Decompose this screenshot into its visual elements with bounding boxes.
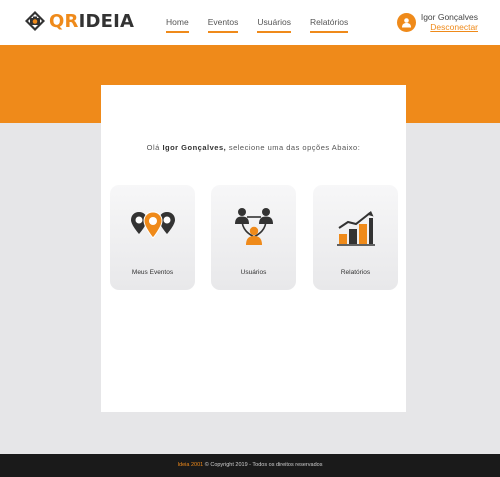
logo[interactable]: QRIDEIA bbox=[24, 10, 134, 32]
nav-eventos[interactable]: Eventos bbox=[207, 17, 238, 33]
nav-relatorios[interactable]: Relatórios bbox=[309, 17, 349, 33]
user-menu: Igor Gonçalves Desconectar bbox=[396, 12, 478, 32]
header: QRIDEIA Home Eventos Usuários Relatórios… bbox=[0, 0, 500, 45]
main-panel: Olá Igor Gonçalves, selecione uma das op… bbox=[101, 85, 406, 412]
user-info: Igor Gonçalves Desconectar bbox=[421, 12, 478, 32]
user-avatar-icon[interactable] bbox=[396, 13, 416, 32]
nav-usuarios[interactable]: Usuários bbox=[257, 17, 291, 33]
users-network-icon bbox=[234, 208, 273, 245]
footer-copyright: © Copyright 2019 - Todos os direitos res… bbox=[204, 462, 323, 468]
greeting-user-name: Igor Gonçalves, bbox=[162, 143, 227, 152]
qr-camera-logo-icon bbox=[25, 11, 45, 31]
logout-link[interactable]: Desconectar bbox=[430, 22, 478, 32]
option-relatorios[interactable]: Relatórios bbox=[313, 185, 398, 290]
location-pins-icon bbox=[130, 211, 175, 239]
footer-brand: Ideia 2001 bbox=[177, 462, 204, 468]
bar-chart-growth-icon bbox=[336, 211, 375, 246]
option-label: Usuários bbox=[240, 269, 267, 276]
option-usuarios[interactable]: Usuários bbox=[211, 185, 296, 290]
greeting-text: Olá Igor Gonçalves, selecione uma das op… bbox=[146, 143, 361, 152]
option-label: Meus Eventos bbox=[131, 269, 174, 276]
option-label: Relatórios bbox=[340, 269, 371, 276]
logo-text: QRIDEIA bbox=[49, 10, 135, 32]
nav-home[interactable]: Home bbox=[166, 17, 189, 33]
user-name: Igor Gonçalves bbox=[420, 12, 478, 22]
option-meus-eventos[interactable]: Meus Eventos bbox=[110, 185, 195, 290]
footer: Ideia 2001 © Copyright 2019 - Todos os d… bbox=[0, 454, 500, 477]
main-nav: Home Eventos Usuários Relatórios bbox=[166, 17, 367, 33]
